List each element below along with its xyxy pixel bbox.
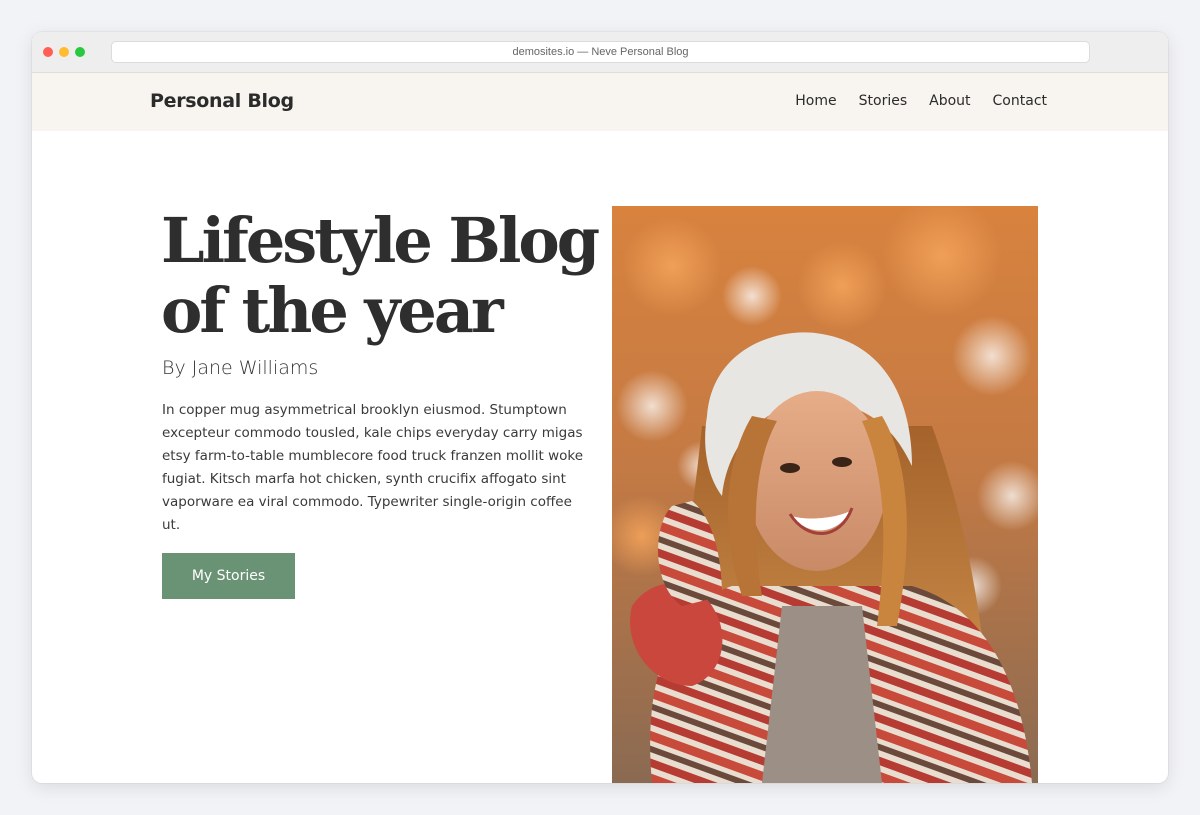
author-byline: By Jane Williams [162, 357, 319, 379]
hero-title-line-2: of the year [161, 274, 504, 347]
maximize-window-icon[interactable] [75, 47, 85, 57]
my-stories-button[interactable]: My Stories [162, 553, 295, 599]
site-logo[interactable]: Personal Blog [150, 90, 294, 112]
browser-titlebar: demosites.io — Neve Personal Blog [32, 32, 1168, 73]
nav-about[interactable]: About [929, 93, 970, 109]
address-bar-text: demosites.io — Neve Personal Blog [512, 46, 689, 58]
main-nav: Home Stories About Contact [795, 93, 1047, 109]
nav-contact[interactable]: Contact [993, 93, 1047, 109]
hero-intro-text: In copper mug asymmetrical brooklyn eius… [162, 402, 584, 533]
nav-stories[interactable]: Stories [859, 93, 908, 109]
hero-title-line-1: Lifestyle Blog [161, 204, 600, 277]
close-window-icon[interactable] [43, 47, 53, 57]
nav-home[interactable]: Home [795, 93, 836, 109]
minimize-window-icon[interactable] [59, 47, 69, 57]
site-header: Personal Blog Home Stories About Contact [32, 73, 1168, 131]
hero-title: Lifestyle Blog of the year [161, 206, 601, 346]
address-bar[interactable]: demosites.io — Neve Personal Blog [111, 41, 1090, 63]
hero-portrait-image [612, 206, 1038, 783]
browser-window: demosites.io — Neve Personal Blog Person… [32, 32, 1168, 783]
